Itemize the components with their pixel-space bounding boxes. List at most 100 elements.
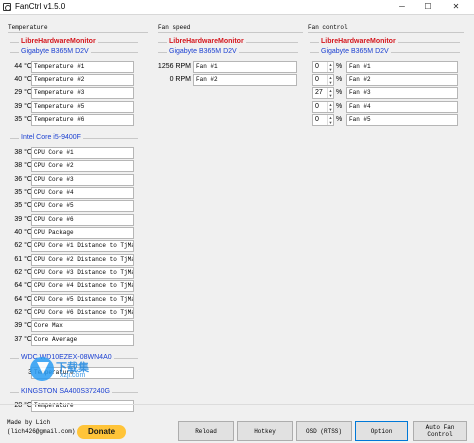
divider: [0, 404, 474, 405]
sensor-value: 62 °C: [14, 242, 32, 249]
device-group: Gigabyte B365M D2V: [310, 46, 460, 58]
fan-percent-stepper[interactable]: 0 ▲ ▼: [312, 101, 334, 113]
fan-control-row: 27 ▲ ▼ % Fan #3: [308, 87, 464, 99]
title-bar[interactable]: FanCtrl v1.5.0 ─ ☐ ✕: [0, 0, 474, 14]
fan-name[interactable]: Fan #5: [346, 114, 458, 126]
sensor-name[interactable]: CPU Core #4 Distance to TjMax: [31, 280, 134, 292]
sensor-value: 37 °C: [14, 336, 32, 343]
sensor-name[interactable]: CPU Core #3 Distance to TjMax: [31, 267, 134, 279]
download-icon: [30, 357, 54, 381]
fan-control-row: 0 ▲ ▼ % Fan #4: [308, 101, 464, 113]
fan-speed-value: 0 RPM: [169, 76, 191, 83]
auto-fan-label-line2: Control: [427, 431, 453, 438]
sensor-row: 35 °C CPU Core #4: [8, 187, 142, 199]
osd-rtss-button[interactable]: OSD (RTSS): [296, 421, 352, 441]
sensor-name[interactable]: Core Average: [31, 334, 134, 346]
sensor-row: 44 °C Temperature #1: [8, 61, 142, 73]
sensor-name[interactable]: CPU Package: [31, 227, 134, 239]
sensor-name[interactable]: CPU Core #2: [31, 160, 134, 172]
temperature-header: Temperature: [8, 24, 48, 31]
sensor-name[interactable]: Temperature #5: [31, 101, 134, 113]
spin-arrows-icon[interactable]: ▲ ▼: [327, 88, 333, 98]
spin-arrows-icon[interactable]: ▲ ▼: [327, 115, 333, 125]
sensor-name[interactable]: Temperature #3: [31, 87, 134, 99]
option-button[interactable]: Option: [355, 421, 408, 441]
fan-name[interactable]: Fan #1: [193, 61, 297, 73]
sensor-name[interactable]: CPU Core #4: [31, 187, 134, 199]
sensor-name[interactable]: Core Max: [31, 320, 134, 332]
fan-percent-value: 0: [315, 103, 319, 110]
sensor-value: 40 °C: [14, 229, 32, 236]
percent-unit: %: [336, 103, 343, 110]
spin-arrows-icon[interactable]: ▲ ▼: [327, 62, 333, 72]
fan-control-panel[interactable]: LibreHardwareMonitor Gigabyte B365M D2V …: [308, 35, 466, 419]
sensor-value: 35 °C: [14, 116, 32, 123]
sensor-row: 64 °C CPU Core #4 Distance to TjMax: [8, 280, 142, 292]
fan-name[interactable]: Fan #1: [346, 61, 458, 73]
sensor-value: 35 °C: [14, 189, 32, 196]
sensor-value: 38 °C: [14, 149, 32, 156]
fan-percent-stepper[interactable]: 0 ▲ ▼: [312, 74, 334, 86]
sensor-value: 29 °C: [14, 89, 32, 96]
sensor-value: 44 °C: [14, 63, 32, 70]
sensor-name[interactable]: CPU Core #5: [31, 200, 134, 212]
fan-name[interactable]: Fan #2: [193, 74, 297, 86]
fan-name[interactable]: Fan #2: [346, 74, 458, 86]
sensor-row: 35 °C CPU Core #5: [8, 200, 142, 212]
maximize-button[interactable]: ☐: [418, 0, 438, 14]
sensor-value: 39 °C: [14, 322, 32, 329]
made-by-email: (lich426@gmail.com): [7, 428, 76, 435]
sensor-value: 40 °C: [14, 76, 32, 83]
sensor-row: 40 °C Temperature #2: [8, 74, 142, 86]
close-button[interactable]: ✕: [446, 0, 466, 14]
sensor-row: 35 °C Temperature #6: [8, 114, 142, 126]
sensor-row: 61 °C CPU Core #2 Distance to TjMax: [8, 254, 142, 266]
made-by-text: Made by Lich (lich426@gmail.com): [7, 418, 75, 436]
sensor-value: 62 °C: [14, 309, 32, 316]
sensor-name[interactable]: CPU Core #2 Distance to TjMax: [31, 254, 134, 266]
divider: [158, 32, 303, 33]
divider: [308, 32, 464, 33]
fan-name[interactable]: Fan #3: [346, 87, 458, 99]
spin-arrows-icon[interactable]: ▲ ▼: [327, 102, 333, 112]
app-icon: [3, 3, 11, 11]
sensor-value: 64 °C: [14, 296, 32, 303]
sensor-name[interactable]: CPU Core #1 Distance to TjMax: [31, 240, 134, 252]
fan-percent-stepper[interactable]: 0 ▲ ▼: [312, 114, 334, 126]
sensor-row: 38 °C CPU Core #2: [8, 160, 142, 172]
sensor-row: 36 °C CPU Core #3: [8, 174, 142, 186]
hotkey-button[interactable]: Hotkey: [237, 421, 293, 441]
spin-arrows-icon[interactable]: ▲ ▼: [327, 75, 333, 85]
fan-row: 1256 RPM Fan #1: [155, 61, 301, 73]
sensor-value: 36 °C: [14, 176, 32, 183]
sensor-name[interactable]: Temperature #2: [31, 74, 134, 86]
sensor-row: 40 °C CPU Package: [8, 227, 142, 239]
reload-button[interactable]: Reload: [178, 421, 234, 441]
fan-control-row: 0 ▲ ▼ % Fan #2: [308, 74, 464, 86]
fan-control-row: 0 ▲ ▼ % Fan #1: [308, 61, 464, 73]
sensor-row: 29 °C Temperature #3: [8, 87, 142, 99]
auto-fan-control-button[interactable]: Auto Fan Control: [413, 421, 467, 441]
divider: [8, 32, 148, 33]
made-by-author: Made by Lich: [7, 419, 51, 426]
sensor-name[interactable]: CPU Core #6: [31, 214, 134, 226]
device-group: KINGSTON SA400S37240G: [10, 386, 138, 398]
device-group: Gigabyte B365M D2V: [158, 46, 298, 58]
minimize-button[interactable]: ─: [392, 0, 412, 14]
auto-fan-label-line1: Auto Fan: [425, 424, 455, 431]
sensor-row: 38 °C CPU Core #1: [8, 147, 142, 159]
donate-button[interactable]: Donate: [77, 425, 126, 439]
fan-percent-stepper[interactable]: 27 ▲ ▼: [312, 87, 334, 99]
sensor-name[interactable]: CPU Core #1: [31, 147, 134, 159]
percent-unit: %: [336, 89, 343, 96]
sensor-name[interactable]: CPU Core #5 Distance to TjMax: [31, 294, 134, 306]
sensor-name[interactable]: Temperature #6: [31, 114, 134, 126]
sensor-row: 62 °C CPU Core #3 Distance to TjMax: [8, 267, 142, 279]
sensor-name[interactable]: CPU Core #6 Distance to TjMax: [31, 307, 134, 319]
fan-percent-stepper[interactable]: 0 ▲ ▼: [312, 61, 334, 73]
sensor-name[interactable]: Temperature #1: [31, 61, 134, 73]
sensor-name[interactable]: CPU Core #3: [31, 174, 134, 186]
fan-name[interactable]: Fan #4: [346, 101, 458, 113]
fan-speed-panel[interactable]: LibreHardwareMonitor Gigabyte B365M D2V …: [155, 35, 303, 419]
fan-percent-value: 0: [315, 116, 319, 123]
